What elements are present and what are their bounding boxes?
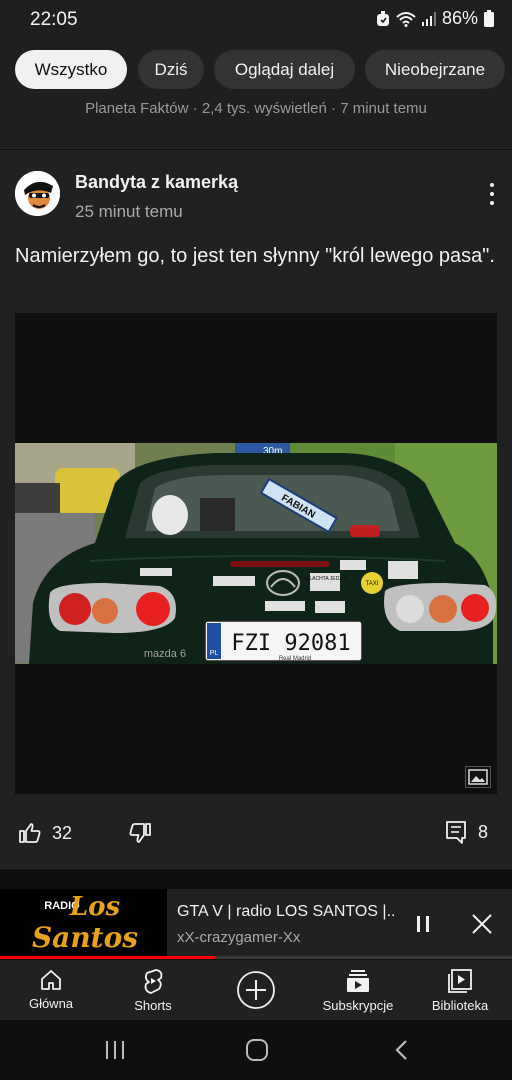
alarm-icon [376, 10, 389, 26]
status-bar: 22:05 86% [0, 0, 512, 40]
thumb-los-text: Los [69, 892, 121, 922]
image-icon [465, 766, 491, 788]
plate-number: FZI 92081 [231, 631, 350, 656]
chip-today[interactable]: Dziś [138, 50, 204, 89]
mini-player-channel: xX-crazygamer-Xx [177, 929, 301, 946]
pause-button[interactable] [412, 913, 434, 935]
nav-shorts-label: Shorts [134, 998, 172, 1013]
mini-player[interactable]: RADIO Los Santos GTA V | radio LOS SANTO… [0, 889, 512, 959]
post-actions: 32 8 [0, 816, 512, 856]
nav-create[interactable] [206, 960, 306, 1020]
home-icon [41, 970, 61, 990]
system-home-icon [246, 1039, 268, 1061]
signal-icon [421, 11, 436, 26]
nav-home[interactable]: Główna [1, 960, 101, 1020]
status-time: 22:05 [30, 9, 78, 30]
post-author[interactable]: Bandyta z kamerką [75, 172, 238, 193]
thumbs-down-icon [129, 823, 151, 843]
feed-divider [0, 148, 512, 149]
nav-subscriptions[interactable]: Subskrypcje [308, 960, 408, 1020]
car-photo: 30m FABIAN SZLACHTA JEDZIE TAXI PL FZI 9… [15, 443, 497, 664]
comment-icon [446, 821, 466, 844]
filter-chip-bar: Wszystko Dziś Oglądaj dalej Nieobejrzane [0, 40, 512, 100]
recent-apps-icon [106, 1041, 124, 1059]
post-divider [0, 868, 512, 869]
previous-video-meta[interactable]: Planeta Faktów · 2,4 tys. wyświetleń · 7… [0, 100, 512, 148]
mini-player-thumbnail[interactable]: RADIO Los Santos [0, 889, 167, 959]
system-navigation-bar [0, 1020, 512, 1080]
szlachta-sticker-text: SZLACHTA JEDZIE [303, 576, 348, 582]
chip-continue-watching[interactable]: Oglądaj dalej [214, 50, 355, 89]
mini-player-progress[interactable] [0, 956, 512, 959]
plate-dealer-text: Real Madrid [279, 656, 311, 662]
mini-player-title[interactable]: GTA V | radio LOS SANTOS |.. [177, 903, 395, 921]
wifi-icon [396, 11, 416, 27]
post-time: 25 minut temu [75, 202, 183, 221]
close-button[interactable] [470, 912, 494, 936]
bottom-navigation: Główna Shorts Subskrypcje Biblioteka [0, 960, 512, 1020]
community-post: Bandyta z kamerką 25 minut temu Namierzy… [0, 150, 512, 868]
nav-library-label: Biblioteka [431, 998, 489, 1013]
close-icon [472, 914, 492, 934]
post-text: Namierzyłem go, to jest ten słynny "król… [15, 245, 495, 267]
back-icon [395, 1040, 407, 1060]
comment-count: 8 [478, 821, 489, 842]
comments-button[interactable]: 8 [444, 819, 488, 845]
thumbs-up-icon [19, 823, 41, 843]
back-button[interactable] [392, 1038, 412, 1067]
plate-country: PL [210, 650, 219, 657]
more-options-icon[interactable] [484, 183, 500, 205]
thumb-santos-text: Santos [32, 921, 138, 954]
home-button[interactable] [245, 1038, 269, 1067]
mini-player-progress-fill [0, 956, 216, 959]
previous-video-meta-text: Planeta Faktów · 2,4 tys. wyświetleń · 7… [85, 100, 427, 117]
pause-icon [417, 916, 429, 932]
subscriptions-icon [347, 970, 369, 992]
nav-subscriptions-label: Subskrypcje [322, 998, 394, 1013]
nav-shorts[interactable]: Shorts [103, 960, 203, 1020]
battery-icon [484, 10, 494, 27]
battery-percent: 86% [441, 8, 478, 28]
taxi-sticker-text: TAXI [366, 581, 379, 587]
nav-home-label: Główna [28, 996, 74, 1011]
status-icons: 86% [376, 8, 494, 29]
like-count: 32 [52, 822, 73, 843]
car-badge: mazda 6 [144, 648, 186, 660]
post-image[interactable]: 30m FABIAN SZLACHTA JEDZIE TAXI PL FZI 9… [15, 313, 497, 794]
chip-all[interactable]: Wszystko [15, 50, 127, 89]
create-icon [237, 971, 275, 1009]
dislike-button[interactable] [128, 821, 152, 845]
recent-apps-button[interactable] [104, 1040, 126, 1065]
nav-library[interactable]: Biblioteka [410, 960, 510, 1020]
youtube-app: 22:05 86% Wszystko Dziś Oglądaj dalej Ni… [0, 0, 512, 1080]
like-button[interactable]: 32 [18, 821, 72, 845]
shorts-icon [144, 969, 163, 994]
chip-unwatched[interactable]: Nieobejrzane [365, 50, 505, 89]
channel-avatar[interactable] [15, 171, 60, 216]
library-icon [448, 969, 472, 993]
